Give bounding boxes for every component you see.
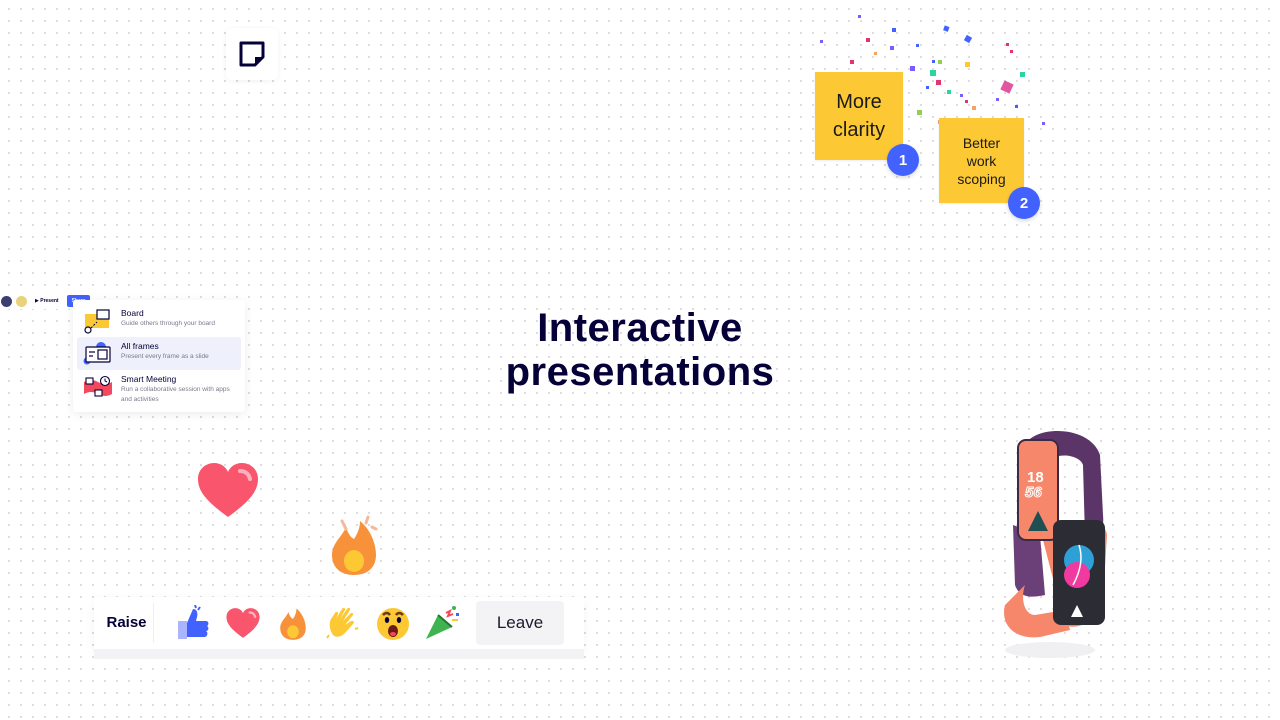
surprised-face-icon	[377, 608, 409, 640]
vote-count-badge: 1	[887, 144, 919, 176]
vote-count-badge: 2	[1008, 187, 1040, 219]
fire-icon	[280, 608, 306, 640]
wave-hand-icon	[326, 607, 359, 639]
board-icon	[84, 309, 110, 334]
fire-icon	[332, 515, 378, 575]
svg-text:56: 56	[1025, 484, 1042, 501]
sticky-note-better-work-scoping[interactable]: Better work scoping	[939, 118, 1024, 203]
reaction-party-button[interactable]	[424, 604, 462, 642]
hero-title: Interactive presentations	[440, 306, 840, 394]
reaction-fire-button[interactable]	[274, 604, 312, 642]
hero-title-line-1: Interactive	[537, 306, 743, 350]
meeting-icon	[84, 375, 112, 397]
sticky-note-text: More clarity	[832, 91, 886, 141]
fitness-band-product-image: 18 56	[1004, 431, 1107, 658]
party-popper-icon	[426, 606, 459, 639]
present-mode-menu: Board Guide others through your board Al…	[73, 300, 245, 412]
heart-icon	[198, 463, 258, 517]
heart-icon	[226, 608, 260, 638]
raise-hand-button[interactable]: Raise	[94, 603, 154, 643]
leave-button[interactable]: Leave	[476, 601, 564, 645]
menu-item-all-frames[interactable]: All frames Present every frame as a slid…	[77, 337, 241, 370]
sticky-note-text: Better work scoping	[957, 134, 1006, 187]
reaction-emoji-list	[174, 604, 462, 642]
menu-item-board[interactable]: Board Guide others through your board	[77, 304, 241, 337]
sticky-note-icon	[239, 41, 265, 67]
present-button[interactable]: ▶ Present	[31, 298, 63, 304]
menu-item-smart-meeting[interactable]: Smart Meeting Run a collaborative sessio…	[77, 370, 241, 410]
avatar[interactable]	[1, 295, 12, 307]
frames-icon	[83, 342, 111, 365]
reactions-bar: Raise Leave	[94, 597, 584, 659]
sticky-note-more-clarity[interactable]: More clarity	[815, 72, 903, 160]
hero-title-line-2: presentations	[505, 350, 775, 394]
reaction-surprised-button[interactable]	[374, 604, 412, 642]
reaction-thumbs-up-button[interactable]	[174, 604, 212, 642]
avatar[interactable]	[16, 295, 27, 307]
sticky-note-tool-button[interactable]	[226, 28, 278, 80]
reaction-wave-button[interactable]	[324, 604, 362, 642]
reaction-heart-button[interactable]	[224, 604, 262, 642]
thumbs-up-icon	[178, 605, 209, 639]
